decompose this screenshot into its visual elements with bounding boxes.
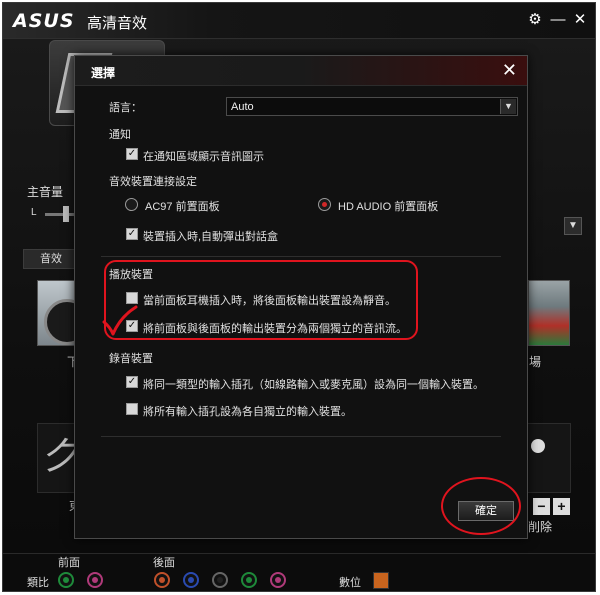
annotation-checkmark-icon bbox=[102, 305, 138, 336]
divider bbox=[101, 256, 501, 257]
language-label: 語言： bbox=[109, 102, 142, 114]
notification-header: 通知 bbox=[109, 129, 131, 141]
right-panel bbox=[525, 423, 571, 493]
connection-header: 音效裝置連接設定 bbox=[109, 176, 197, 188]
recording-independent-checkbox[interactable] bbox=[126, 403, 138, 415]
indicator-dot-icon bbox=[531, 439, 545, 453]
recording-header: 錄音裝置 bbox=[109, 353, 153, 365]
annotation-highlight-box bbox=[104, 260, 418, 340]
language-select-value: Auto bbox=[231, 101, 254, 113]
volume-l-label: L bbox=[31, 207, 37, 218]
notification-option-label: 在通知區域顯示音訊圖示 bbox=[143, 151, 264, 163]
back-jack-blue[interactable] bbox=[183, 572, 199, 588]
ac97-radio-label: AC97 前置面板 bbox=[145, 201, 220, 213]
chevron-down-icon[interactable]: ▼ bbox=[564, 217, 582, 235]
language-select[interactable]: Auto ▼ bbox=[226, 97, 518, 116]
master-volume-label: 主音量 bbox=[27, 185, 64, 199]
tab-effects[interactable]: 音效 bbox=[23, 249, 79, 269]
back-jack-pink[interactable] bbox=[270, 572, 286, 588]
asus-logo: ASUS bbox=[13, 10, 75, 32]
close-icon[interactable]: ✕ bbox=[571, 10, 589, 30]
back-label: 後面 bbox=[153, 557, 175, 569]
app-title: 高清音效 bbox=[87, 15, 148, 32]
front-jack-green[interactable] bbox=[58, 572, 74, 588]
digital-label: 數位 bbox=[339, 577, 361, 589]
recording-same-checkbox[interactable]: ✓ bbox=[126, 376, 138, 388]
back-jack-black[interactable] bbox=[212, 572, 228, 588]
front-jack-pink[interactable] bbox=[87, 572, 103, 588]
minimize-icon[interactable]: — bbox=[549, 10, 567, 30]
divider bbox=[101, 436, 501, 437]
dialog-close-icon[interactable]: ✕ bbox=[502, 60, 517, 80]
digital-output-icon[interactable] bbox=[373, 572, 389, 589]
ac97-radio[interactable] bbox=[125, 198, 138, 211]
recording-same-label: 將同一類型的輸入插孔（如線路輸入或麥克風）設為同一個輸入裝置。 bbox=[143, 379, 484, 391]
effect-card-right[interactable] bbox=[528, 280, 570, 346]
chevron-down-icon[interactable]: ▼ bbox=[500, 99, 516, 114]
dialog-title-bar: 選擇 ✕ bbox=[75, 56, 527, 86]
back-jack-orange[interactable] bbox=[154, 572, 170, 588]
dialog-title: 選擇 bbox=[91, 66, 116, 80]
hdaudio-radio-label: HD AUDIO 前置面板 bbox=[338, 201, 439, 213]
popup-checkbox[interactable]: ✓ bbox=[126, 228, 138, 240]
minus-button[interactable]: − bbox=[533, 498, 550, 515]
effect-card-right-caption: 場 bbox=[529, 355, 542, 369]
delete-caption: 削除 bbox=[528, 520, 553, 534]
annotation-ok-circle bbox=[441, 477, 521, 535]
hdaudio-radio[interactable] bbox=[318, 198, 331, 211]
back-jack-green[interactable] bbox=[241, 572, 257, 588]
notification-checkbox[interactable]: ✓ bbox=[126, 148, 138, 160]
front-label: 前面 bbox=[58, 557, 80, 569]
analog-label: 類比 bbox=[27, 577, 49, 589]
plus-button[interactable]: + bbox=[553, 498, 570, 515]
title-bar: ASUS 高清音效 ⚙ — ✕ bbox=[3, 3, 595, 39]
gear-icon[interactable]: ⚙ bbox=[526, 10, 544, 30]
popup-option-label: 裝置插入時,自動彈出對話盒 bbox=[143, 231, 279, 243]
recording-independent-label: 將所有輸入插孔設為各自獨立的輸入裝置。 bbox=[143, 406, 352, 418]
volume-slider-knob[interactable] bbox=[63, 206, 69, 222]
